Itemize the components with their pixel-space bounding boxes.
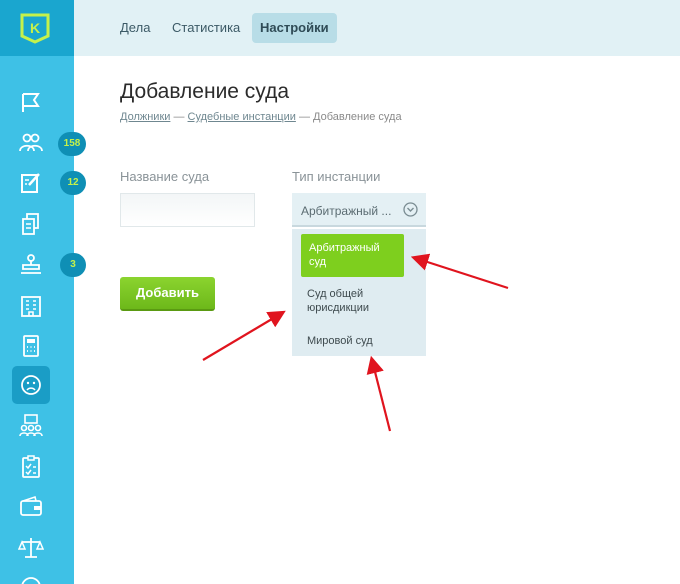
instance-type-select[interactable]: Арбитражный ... xyxy=(292,193,426,227)
tab-statistics[interactable]: Статистика xyxy=(164,13,248,43)
stamp-icon[interactable] xyxy=(18,252,44,278)
top-navigation: Дела Статистика Настройки xyxy=(74,0,680,56)
scales-icon[interactable] xyxy=(18,535,44,561)
flag-icon[interactable] xyxy=(18,90,44,116)
group-icon[interactable] xyxy=(18,413,44,439)
app-window: K 158 12 3 Дела Статистика Настройки Доб… xyxy=(0,0,680,584)
edit-icon[interactable] xyxy=(18,170,44,196)
option-magistrate-court[interactable]: Мировой суд xyxy=(301,329,405,353)
arrow-to-general-option xyxy=(202,310,286,361)
logo-area[interactable]: K xyxy=(0,0,74,56)
instance-type-label: Тип инстанции xyxy=(292,169,381,184)
calculator-icon[interactable] xyxy=(18,333,44,359)
court-name-input[interactable] xyxy=(120,193,255,227)
option-general-court[interactable]: Суд общей юрисдикции xyxy=(301,282,405,320)
option-arbitration-court[interactable]: Арбитражный суд xyxy=(301,234,404,277)
checklist-icon[interactable] xyxy=(18,454,44,480)
sidebar: K 158 12 3 xyxy=(0,0,86,584)
breadcrumb: Должники — Судебные инстанции — Добавлен… xyxy=(120,111,402,123)
arrow-to-arbitration-option xyxy=(410,253,509,290)
tasks-badge: 12 xyxy=(60,171,86,195)
instance-type-dropdown: Арбитражный суд Суд общей юрисдикции Мир… xyxy=(292,229,426,356)
instance-type-value: Арбитражный ... xyxy=(301,204,392,218)
arrow-to-magistrate-option xyxy=(366,355,392,432)
add-button[interactable]: Добавить xyxy=(120,277,215,311)
breadcrumb-separator: — xyxy=(173,111,185,123)
building-icon[interactable] xyxy=(18,293,44,319)
partial-icon[interactable] xyxy=(18,574,44,584)
breadcrumb-current: Добавление суда xyxy=(313,111,402,123)
documents-icon[interactable] xyxy=(18,211,44,237)
court-name-label: Название суда xyxy=(120,169,210,184)
tab-cases[interactable]: Дела xyxy=(112,13,158,43)
page-title: Добавление суда xyxy=(120,80,290,103)
logo-letter: K xyxy=(30,20,40,36)
wallet-icon[interactable] xyxy=(18,494,44,520)
chevron-down-icon xyxy=(403,202,418,217)
breadcrumb-court-instances[interactable]: Судебные инстанции xyxy=(188,111,296,123)
logo-icon: K xyxy=(20,13,50,44)
sad-face-icon[interactable] xyxy=(18,372,44,398)
breadcrumb-debtors[interactable]: Должники xyxy=(120,111,170,123)
tab-settings[interactable]: Настройки xyxy=(252,13,337,43)
breadcrumb-separator: — xyxy=(298,111,310,123)
debtors-badge: 158 xyxy=(58,132,86,156)
court-badge: 3 xyxy=(60,253,86,277)
people-icon[interactable] xyxy=(18,130,44,156)
